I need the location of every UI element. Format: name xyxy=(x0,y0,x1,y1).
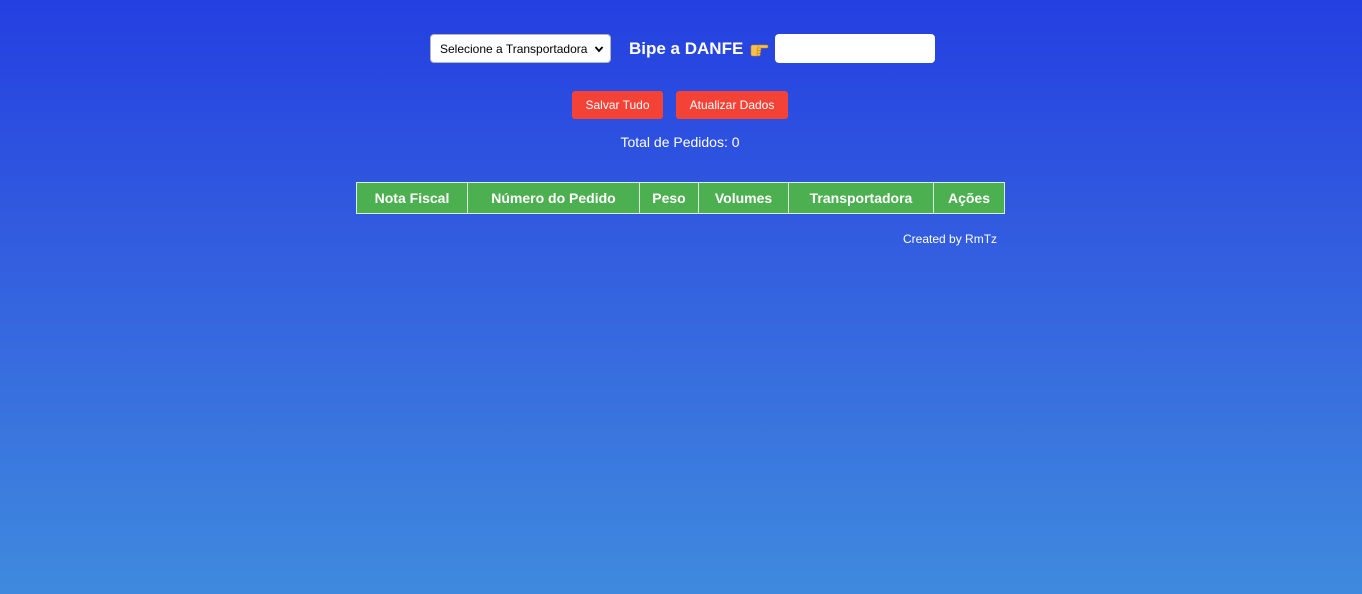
total-orders-value: 0 xyxy=(731,134,740,150)
footer-credit: Created by RmTz xyxy=(903,232,998,246)
carrier-select[interactable]: Selecione a Transportadora xyxy=(430,34,611,63)
save-all-button[interactable]: Salvar Tudo xyxy=(572,91,663,119)
column-header-numero-pedido: Número do Pedido xyxy=(467,182,640,214)
column-header-peso: Peso xyxy=(639,182,699,214)
top-controls: Selecione a Transportadora Bipe a DANFE xyxy=(430,34,936,63)
table-header-row: Nota Fiscal Número do Pedido Peso Volume… xyxy=(356,182,1005,214)
pointing-hand-icon xyxy=(750,44,769,56)
scan-label: Bipe a DANFE xyxy=(629,39,769,59)
carrier-select-value: Selecione a Transportadora xyxy=(440,41,588,56)
column-header-nota-fiscal: Nota Fiscal xyxy=(356,182,468,214)
column-header-transportadora: Transportadora xyxy=(788,182,934,214)
chevron-down-icon xyxy=(594,45,604,52)
refresh-data-button[interactable]: Atualizar Dados xyxy=(676,91,788,119)
action-buttons: Salvar Tudo Atualizar Dados xyxy=(572,91,788,119)
column-header-acoes: Ações xyxy=(933,182,1005,214)
scan-label-text: Bipe a DANFE xyxy=(629,38,744,58)
total-orders: Total de Pedidos: 0 xyxy=(0,134,1360,150)
danfe-scan-input[interactable] xyxy=(775,34,936,63)
orders-table: Nota Fiscal Número do Pedido Peso Volume… xyxy=(356,182,1005,214)
column-header-volumes: Volumes xyxy=(698,182,789,214)
total-orders-label: Total de Pedidos: xyxy=(620,134,728,150)
